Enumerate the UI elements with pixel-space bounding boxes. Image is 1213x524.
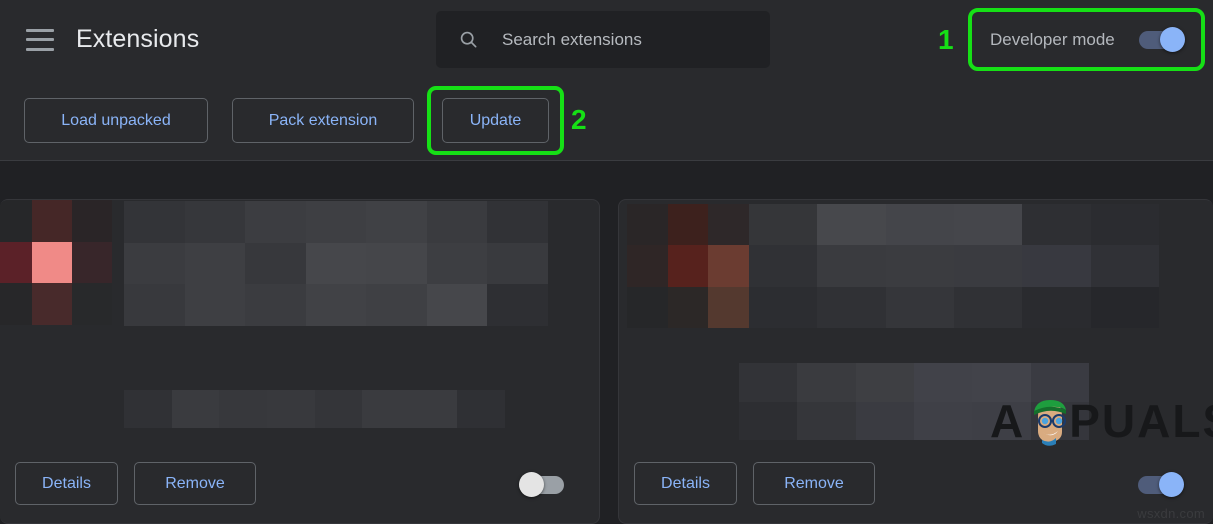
remove-button[interactable]: Remove — [753, 462, 875, 505]
extension-card-left: Details Remove — [0, 199, 600, 524]
extensions-grid: Details Remove Details Remove — [0, 161, 1213, 524]
censored-extension-title — [124, 201, 548, 326]
toggle-knob — [1159, 472, 1184, 497]
censored-extension-icon — [627, 204, 749, 328]
remove-button[interactable]: Remove — [134, 462, 256, 505]
hamburger-bar — [26, 28, 54, 32]
details-button[interactable]: Details — [634, 462, 737, 505]
extension-card-footer: Details Remove — [619, 447, 1213, 523]
hamburger-bar — [26, 47, 54, 51]
load-unpacked-button[interactable]: Load unpacked — [24, 98, 208, 143]
update-button[interactable]: Update — [442, 98, 549, 143]
extension-enable-toggle[interactable] — [1138, 472, 1184, 498]
appuals-watermark-after: PUALS — [1069, 395, 1213, 447]
toggle-knob — [519, 472, 544, 497]
callout-number-1: 1 — [938, 24, 954, 55]
search-icon — [460, 31, 477, 48]
search-bar[interactable] — [436, 11, 770, 68]
callout-number-2: 2 — [571, 104, 587, 135]
developer-mode-row[interactable]: Developer mode — [972, 12, 1201, 67]
appuals-watermark: A PUALS — [990, 398, 1213, 444]
appuals-watermark-before: A — [990, 395, 1026, 447]
developer-mode-toggle[interactable] — [1139, 26, 1185, 53]
developer-mode-highlight: Developer mode — [968, 8, 1205, 71]
extension-enable-toggle[interactable] — [519, 472, 564, 498]
censored-extension-title — [749, 204, 1159, 328]
censored-extension-icon — [0, 200, 112, 325]
toggle-knob — [1160, 26, 1185, 52]
appuals-mascot-icon — [1034, 400, 1066, 446]
censored-extension-description — [124, 390, 505, 428]
extension-card-footer: Details Remove — [0, 447, 599, 523]
developer-mode-label: Developer mode — [990, 29, 1115, 49]
hamburger-menu-icon[interactable] — [26, 28, 54, 51]
extension-card-right: Details Remove — [618, 199, 1213, 524]
site-watermark: wsxdn.com — [1137, 506, 1205, 521]
search-input[interactable] — [500, 28, 756, 51]
hamburger-bar — [26, 38, 54, 41]
details-button[interactable]: Details — [15, 462, 118, 505]
pack-extension-button[interactable]: Pack extension — [232, 98, 414, 143]
page-title: Extensions — [76, 25, 200, 53]
